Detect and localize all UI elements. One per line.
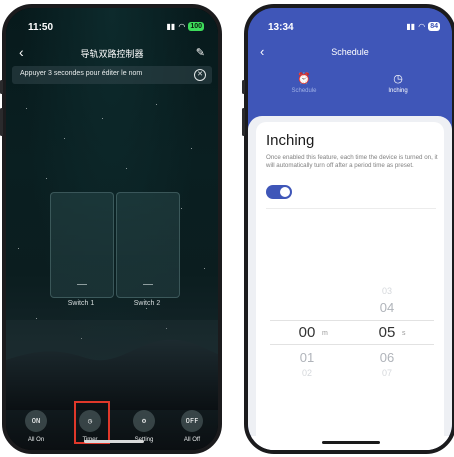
seconds-next-1[interactable]: 06 — [372, 350, 402, 365]
battery-icon: 100 — [188, 22, 204, 31]
alarm-clock-icon: ⏰ — [297, 73, 311, 85]
all-on-button[interactable]: ON All On — [16, 410, 56, 443]
wifi-icon: ◠ — [178, 22, 186, 31]
signal-icon: ▮▮ — [406, 22, 416, 31]
status-time: 13:34 — [268, 22, 294, 33]
banner-text: Appuyer 3 secondes pour éditer le nom — [20, 70, 143, 77]
inching-title: Inching — [266, 132, 315, 149]
page-title: Schedule — [331, 47, 369, 57]
gear-icon: ⚙ — [133, 410, 155, 432]
status-icons: ▮▮ ◠ 100 — [167, 22, 204, 31]
tab-schedule-label: Schedule — [291, 88, 317, 94]
wifi-icon: ◠ — [418, 22, 426, 31]
on-text-icon: ON — [25, 410, 47, 432]
phone-right: 13:34 ▮▮ ◠ 84 ‹ Schedule ⏰ Schedule ◷ In… — [244, 4, 454, 454]
inching-panel: Inching Once enabled this feature, each … — [256, 122, 444, 450]
blue-header: 13:34 ▮▮ ◠ 84 ‹ Schedule ⏰ Schedule ◷ In… — [248, 8, 452, 116]
divider — [266, 208, 436, 209]
switch-2-button[interactable] — [116, 192, 180, 298]
switch-1-label: Switch 1 — [67, 300, 95, 307]
minutes-next-2[interactable]: 02 — [292, 368, 322, 378]
battery-icon: 84 — [428, 22, 440, 31]
seconds-selected[interactable]: 05 — [372, 324, 402, 341]
seconds-unit: s — [402, 330, 406, 337]
seconds-prev-2[interactable]: 03 — [372, 286, 402, 296]
tab-inching[interactable]: ◷ Inching — [368, 72, 428, 94]
duration-picker[interactable]: 00 m 01 02 03 04 05 s 06 07 — [256, 272, 444, 392]
content-card: Inching Once enabled this feature, each … — [248, 116, 452, 450]
all-off-button[interactable]: OFF All Off — [172, 410, 212, 443]
phone-left: 11:50 ▮▮ ◠ 100 ‹ 导轨双路控制器 ✎ Appuyer 3 sec… — [2, 4, 222, 454]
all-on-label: All On — [27, 437, 45, 443]
timer-highlight-box — [74, 401, 110, 444]
tab-schedule[interactable]: ⏰ Schedule — [274, 72, 334, 94]
tab-inching-label: Inching — [388, 88, 408, 94]
signal-icon: ▮▮ — [166, 22, 176, 31]
switch-1-button[interactable] — [50, 192, 114, 298]
top-nav: ‹ 导轨双路控制器 ✎ — [6, 44, 218, 64]
page-title: 导轨双路控制器 — [80, 49, 144, 59]
clock-icon: ◷ — [393, 73, 403, 85]
picker-selection-top — [270, 320, 434, 321]
minutes-unit: m — [322, 330, 328, 337]
off-text-icon: OFF — [181, 410, 203, 432]
seconds-next-2[interactable]: 07 — [372, 368, 402, 378]
toggle-knob — [280, 187, 290, 197]
minutes-selected[interactable]: 00 — [292, 324, 322, 341]
rename-hint-banner: Appuyer 3 secondes pour éditer le nom ✕ — [12, 66, 212, 84]
picker-selection-bottom — [270, 344, 434, 345]
status-time: 11:50 — [28, 22, 54, 33]
all-off-label: All Off — [183, 437, 201, 443]
switch-2-label: Switch 2 — [133, 300, 161, 307]
inching-toggle[interactable] — [266, 185, 292, 199]
status-icons: ▮▮ ◠ 84 — [406, 22, 440, 31]
minutes-next-1[interactable]: 01 — [292, 350, 322, 365]
seconds-prev-1[interactable]: 04 — [372, 300, 402, 315]
inching-description: Once enabled this feature, each time the… — [266, 154, 438, 169]
control-bar: ON All On ◷ Timer ⚙ Setting OFF All Off — [6, 404, 218, 450]
close-icon[interactable]: ✕ — [194, 69, 206, 81]
home-indicator — [322, 441, 380, 444]
edit-pencil-icon[interactable]: ✎ — [196, 46, 205, 59]
setting-button[interactable]: ⚙ Setting — [124, 410, 164, 443]
home-indicator — [84, 440, 144, 443]
mountain-silhouette — [6, 320, 218, 410]
inching-screen: 13:34 ▮▮ ◠ 84 ‹ Schedule ⏰ Schedule ◷ In… — [248, 8, 452, 450]
dual-controller-screen: 11:50 ▮▮ ◠ 100 ‹ 导轨双路控制器 ✎ Appuyer 3 sec… — [6, 8, 218, 450]
